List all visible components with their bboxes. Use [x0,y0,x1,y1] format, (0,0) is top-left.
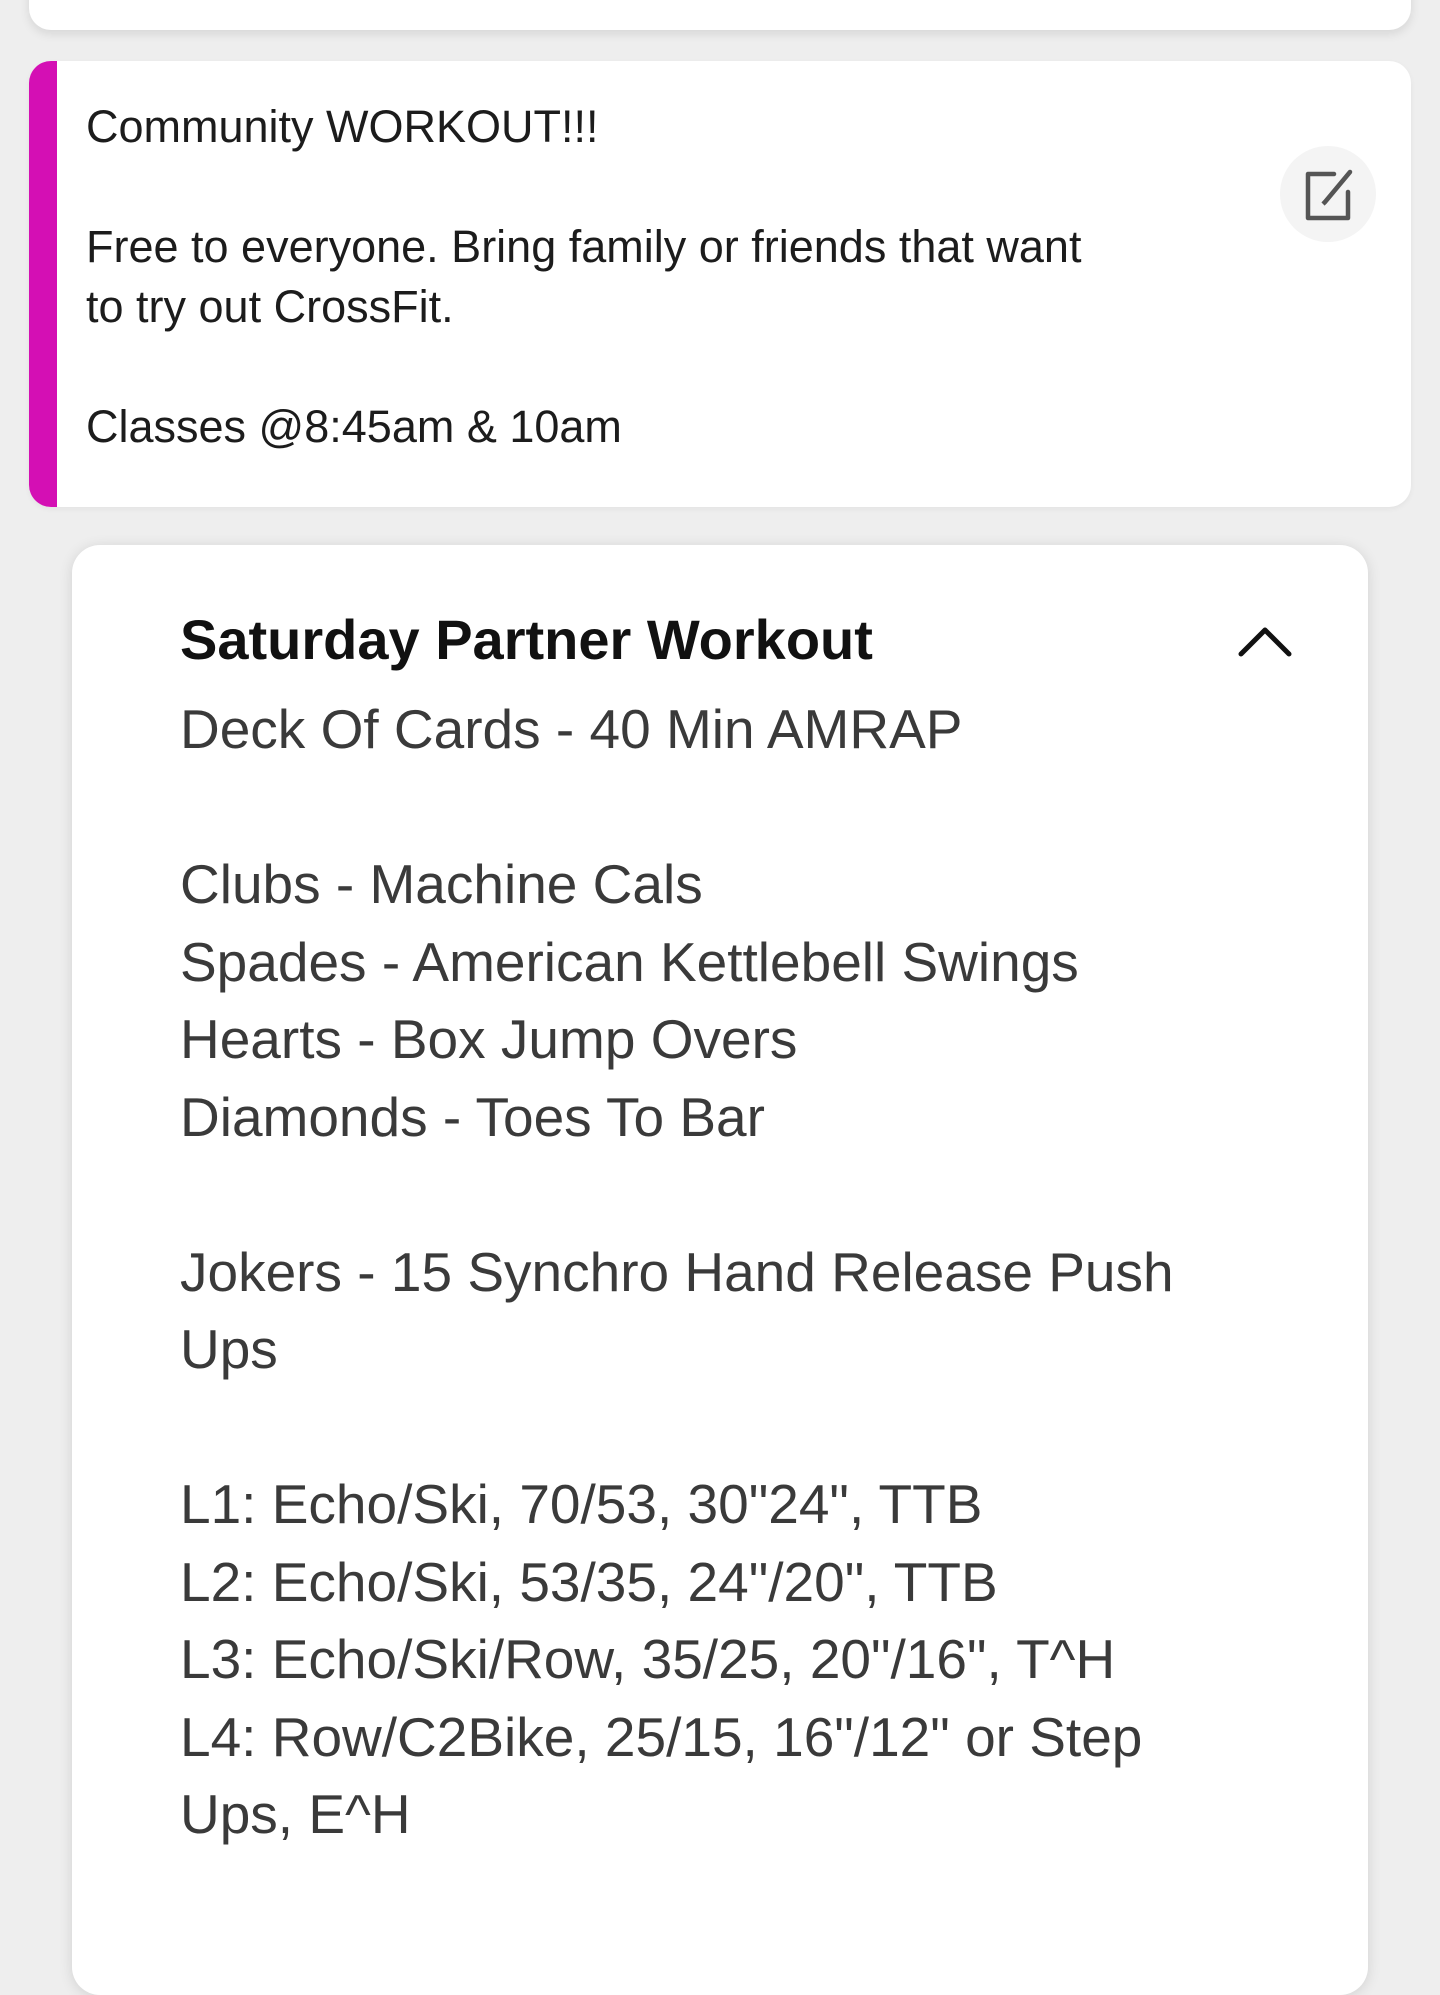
workout-line: L3: Echo/Ski/Row, 35/25, 20"/16", T^H [180,1628,1116,1690]
workout-line: Ups [180,1318,278,1380]
workout-line: Diamonds - Toes To Bar [180,1085,765,1148]
workout-line: Spades - American Kettlebell Swings [180,930,1079,993]
workout-line [180,769,1310,847]
workout-line: L1: Echo/Ski, 70/53, 30"24", TTB [180,1473,983,1535]
chevron-up-icon [1238,627,1292,657]
workout-line: L4: Row/C2Bike, 25/15, 16"/12" or Step [180,1705,1143,1768]
workout-line: Hearts - Box Jump Overs [180,1008,798,1070]
workout-line: Deck Of Cards - 40 Min AMRAP [180,698,963,760]
workout-line [180,1156,1310,1234]
edit-icon [1305,169,1353,221]
previous-card [29,0,1411,30]
workout-line: L2: Echo/Ski, 53/35, 24"/20", TTB [180,1550,998,1613]
accent-bar [29,61,57,507]
workout-title: Saturday Partner Workout [180,608,873,671]
workout-line [180,1389,1310,1467]
workout-line: Jokers - 15 Synchro Hand Release Push [180,1240,1174,1303]
announcement-card: Community WORKOUT!!! Free to everyone. B… [29,61,1411,507]
workout-line: Ups, E^H [180,1783,411,1845]
announcement-text: Community WORKOUT!!! Free to everyone. B… [86,101,1082,452]
edit-button[interactable] [1280,146,1376,242]
workout-card: Saturday Partner Workout Deck Of Cards -… [72,545,1368,1995]
collapse-button[interactable] [1230,605,1300,675]
workout-description: Deck Of Cards - 40 Min AMRAP Clubs - Mac… [180,691,1310,1854]
workout-line: Clubs - Machine Cals [180,853,703,915]
